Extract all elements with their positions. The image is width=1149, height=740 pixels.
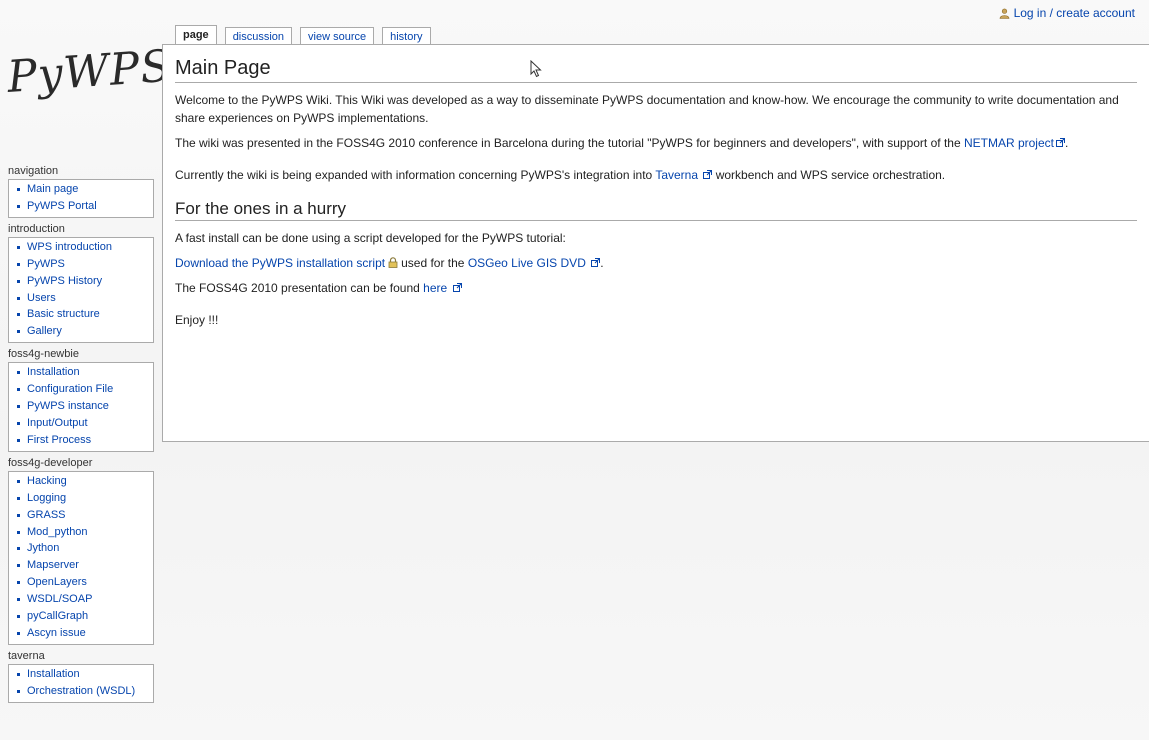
sidebar-item-users[interactable]: Users bbox=[13, 290, 149, 307]
sidebar-item-pywps[interactable]: PyWPS bbox=[13, 256, 149, 273]
external-link-icon bbox=[1055, 138, 1065, 147]
portlet-list: Installation Configuration File PyWPS inst… bbox=[13, 364, 149, 449]
sidebar-item-wsdl-soap[interactable]: WSDL/SOAP bbox=[13, 591, 149, 608]
portlet-navigation: navigation Main page PyWPS Portal bbox=[8, 164, 154, 218]
sidebar-item-mapserver[interactable]: Mapserver bbox=[13, 557, 149, 574]
sidebar-item-basic-structure[interactable]: Basic structure bbox=[13, 306, 149, 323]
external-link-icon bbox=[452, 283, 462, 292]
pywps-logo[interactable]: PyWPS bbox=[6, 41, 174, 122]
sidebar-item-wps-introduction[interactable]: WPS introduction bbox=[13, 239, 149, 256]
wiki-page: PyWPS Log in / create account page discu… bbox=[0, 0, 1149, 740]
enjoy-text: Enjoy !!! bbox=[175, 313, 219, 327]
portlet-introduction: introduction WPS introduction PyWPS PyWPS H… bbox=[8, 222, 154, 344]
sidebar: navigation Main page PyWPS Portal introduct… bbox=[8, 164, 154, 707]
intro-paragraph: Welcome to the PyWPS Wiki. This Wiki was… bbox=[175, 93, 1119, 125]
taverna-link[interactable]: Taverna bbox=[655, 168, 713, 182]
portlet-list: Main page PyWPS Portal bbox=[13, 181, 149, 215]
section-title-hurry: For the ones in a hurry bbox=[175, 198, 1137, 221]
tab-view-source[interactable]: view source bbox=[300, 27, 375, 45]
portlet-list: WPS introduction PyWPS PyWPS History Users B… bbox=[13, 239, 149, 340]
sidebar-item-gallery[interactable]: Gallery bbox=[13, 323, 149, 340]
taverna-text-after: workbench and WPS service orchestration. bbox=[712, 168, 946, 182]
user-icon bbox=[999, 8, 1009, 19]
sidebar-item-pycallgraph[interactable]: pyCallGraph bbox=[13, 608, 149, 625]
portlet-body: WPS introduction PyWPS PyWPS History Users B… bbox=[8, 236, 154, 344]
content-area: Main Page Welcome to the PyWPS Wiki. Thi… bbox=[162, 44, 1149, 442]
external-link-icon bbox=[591, 258, 601, 267]
presentation-text: The FOSS4G 2010 presentation can be foun… bbox=[175, 281, 424, 295]
sidebar-item-orchestration-wsdl[interactable]: Orchestration (WSDL) bbox=[13, 683, 149, 700]
portlet-body: Installation Configuration File PyWPS inst… bbox=[8, 362, 154, 452]
sidebar-item-pywps-instance[interactable]: PyWPS instance bbox=[13, 398, 149, 415]
sidebar-item-grass[interactable]: GRASS bbox=[13, 507, 149, 524]
portlet-foss4g-developer: foss4g-developer Hacking Logging GRASS Mod_p… bbox=[8, 456, 154, 645]
download-text-middle: used for the bbox=[401, 256, 468, 270]
sidebar-item-main-page[interactable]: Main page bbox=[13, 181, 149, 198]
foss4g-paragraph: The wiki was presented in the FOSS4G 201… bbox=[175, 136, 1069, 150]
tab-page[interactable]: page bbox=[175, 25, 217, 45]
netmar-link-label: NETMAR project bbox=[963, 136, 1054, 150]
portlet-title: foss4g-newbie bbox=[8, 348, 79, 361]
sidebar-item-input-output[interactable]: Input/Output bbox=[13, 415, 149, 432]
osgeo-live-link[interactable]: OSGeo Live GIS DVD bbox=[467, 256, 601, 270]
sidebar-item-pywps-portal[interactable]: PyWPS Portal bbox=[13, 198, 149, 215]
sidebar-item-pywps-history[interactable]: PyWPS History bbox=[13, 273, 149, 290]
foss4g-text: The wiki was presented in the FOSS4G 201… bbox=[175, 136, 964, 150]
taverna-paragraph: Currently the wiki is being expanded wit… bbox=[175, 166, 1137, 184]
taverna-text-before: Currently the wiki is being expanded wit… bbox=[175, 168, 656, 182]
portlet-list: Hacking Logging GRASS Mod_python Jython Mapse… bbox=[13, 473, 149, 642]
presentation-paragraph: The FOSS4G 2010 presentation can be foun… bbox=[175, 279, 1137, 297]
page-tabs: page discussion view source history bbox=[175, 25, 431, 45]
sidebar-item-installation[interactable]: Installation bbox=[13, 666, 149, 683]
portlet-title: introduction bbox=[8, 222, 65, 235]
sidebar-item-configuration-file[interactable]: Configuration File bbox=[13, 381, 149, 398]
taverna-link-label: Taverna bbox=[655, 168, 699, 182]
tab-discussion[interactable]: discussion bbox=[224, 27, 293, 45]
sidebar-item-openlayers[interactable]: OpenLayers bbox=[13, 574, 149, 591]
download-script-link[interactable]: Download the PyWPS installation script bbox=[175, 256, 385, 270]
login-link[interactable]: Log in / create account bbox=[1014, 6, 1135, 20]
portlet-title: navigation bbox=[8, 165, 59, 177]
download-paragraph: Download the PyWPS installation script us… bbox=[175, 256, 604, 270]
fast-install-paragraph: A fast install can be done using a scrip… bbox=[175, 231, 566, 245]
sidebar-item-logging[interactable]: Logging bbox=[13, 490, 149, 507]
lock-icon bbox=[388, 257, 398, 268]
osgeo-link-label: OSGeo Live GIS DVD bbox=[467, 256, 586, 270]
mouse-cursor-icon bbox=[530, 60, 542, 78]
page-title: Main Page bbox=[175, 55, 1137, 83]
sidebar-item-installation[interactable]: Installation bbox=[13, 364, 149, 381]
netmar-project-link[interactable]: NETMAR project bbox=[964, 136, 1065, 150]
personal-tools: Log in / create account bbox=[999, 6, 1135, 20]
portlet-body: Installation Orchestration (WSDL) bbox=[8, 663, 154, 703]
portlet-foss4g-newbie: foss4g-newbie Installation Configuration F… bbox=[8, 347, 154, 452]
portlet-body: Hacking Logging GRASS Mod_python Jython Mapse… bbox=[8, 470, 154, 645]
here-link-label: here bbox=[423, 281, 448, 295]
portlet-title: taverna bbox=[8, 649, 45, 662]
sidebar-item-mod-python[interactable]: Mod_python bbox=[13, 524, 149, 541]
presentation-here-link[interactable]: here bbox=[423, 281, 462, 295]
portlet-list: Installation Orchestration (WSDL) bbox=[13, 666, 149, 700]
sidebar-item-first-process[interactable]: First Process bbox=[13, 432, 149, 449]
portlet-taverna: taverna Installation Orchestration (WSDL) bbox=[8, 649, 154, 703]
sidebar-item-ascyn-issue[interactable]: Ascyn issue bbox=[13, 625, 149, 642]
portlet-title: foss4g-developer bbox=[8, 456, 93, 469]
portlet-body: Main page PyWPS Portal bbox=[8, 179, 154, 218]
tab-history[interactable]: history bbox=[382, 27, 431, 45]
sidebar-item-hacking[interactable]: Hacking bbox=[13, 473, 149, 490]
sidebar-item-jython[interactable]: Jython bbox=[13, 540, 149, 557]
